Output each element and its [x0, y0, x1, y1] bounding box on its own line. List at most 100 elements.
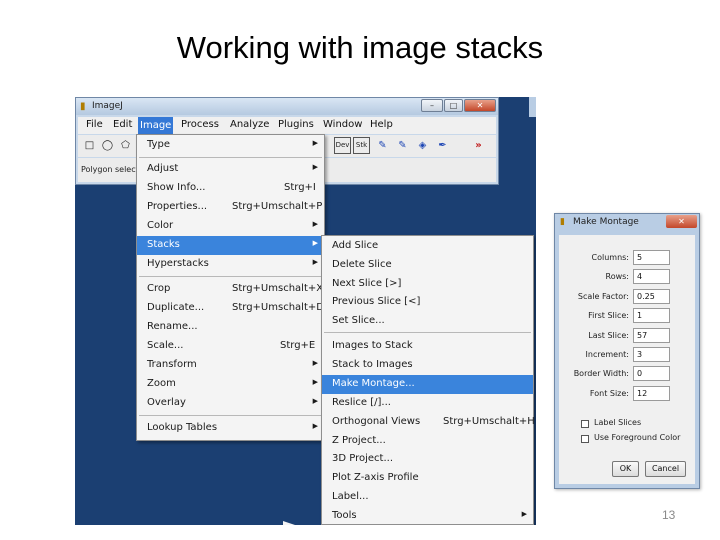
image-menu-item[interactable]: Color ▶: [137, 217, 324, 236]
stacks-menu-item[interactable]: Reslice [/]...: [322, 394, 533, 413]
stacks-menu-item[interactable]: Images to Stack: [322, 337, 533, 356]
make-montage-dialog: ▮ Make Montage ✕ Columns: Rows: Scale Fa…: [554, 213, 700, 489]
imagej-app-icon: ▮: [80, 101, 86, 112]
menu-file[interactable]: File: [84, 119, 105, 130]
stacks-menu-item[interactable]: Delete Slice: [322, 256, 533, 275]
stacks-menu-item[interactable]: Label...: [322, 488, 533, 507]
font-size-field[interactable]: [633, 386, 670, 401]
last-slice-field[interactable]: [633, 328, 670, 343]
stacks-menu-item[interactable]: Next Slice [>]: [322, 275, 533, 294]
menu-window[interactable]: Window: [321, 119, 364, 130]
polygon-tool-icon[interactable]: ⬠: [117, 137, 134, 154]
dialog-body: Columns: Rows: Scale Factor: First Slice…: [559, 235, 695, 484]
cancel-button[interactable]: Cancel: [645, 461, 686, 477]
image-menu-item-stacks[interactable]: Stacks ▶: [137, 236, 324, 255]
submenu-arrow-icon: ▶: [312, 422, 318, 430]
menu-separator: [139, 157, 322, 158]
stacks-menu-item-make-montage[interactable]: Make Montage...: [322, 375, 533, 394]
image-menu-item[interactable]: Crop Strg+Umschalt+X: [137, 280, 324, 299]
image-menu-item[interactable]: Properties... Strg+Umschalt+P: [137, 198, 324, 217]
image-menu-item[interactable]: Rename...: [137, 318, 324, 337]
use-foreground-color-checkbox[interactable]: [581, 435, 589, 443]
use-foreground-color-label: Use Foreground Color: [594, 433, 681, 442]
image-menu-item[interactable]: Adjust ▶: [137, 160, 324, 179]
brush-tool-icon[interactable]: ✎: [394, 137, 411, 154]
stacks-submenu: Add Slice Delete Slice Next Slice [>] Pr…: [321, 235, 535, 525]
scale-factor-label: Scale Factor:: [577, 292, 629, 301]
image-menu-item[interactable]: Show Info... Strg+I: [137, 179, 324, 198]
menu-separator: [139, 276, 322, 277]
rows-label: Rows:: [605, 272, 630, 281]
menu-help[interactable]: Help: [368, 119, 395, 130]
stacks-menu-item[interactable]: Add Slice: [322, 237, 533, 256]
stacks-menu-item[interactable]: Orthogonal Views Strg+Umschalt+H: [322, 413, 535, 432]
imagej-titlebar[interactable]: ▮ ImageJ – □ ✕: [76, 98, 498, 115]
stacks-menu-item[interactable]: Tools ▶: [322, 507, 533, 525]
image-menu-item[interactable]: Overlay ▶: [137, 394, 324, 413]
imagej-app-icon: ▮: [560, 217, 565, 227]
stacks-menu-item[interactable]: Plot Z-axis Profile: [322, 469, 533, 488]
border-width-label: Border Width:: [573, 369, 629, 378]
image-menu-item[interactable]: Type ▶: [137, 136, 324, 155]
submenu-arrow-icon: ▶: [312, 220, 318, 228]
stacks-menu-item[interactable]: Set Slice...: [322, 312, 533, 331]
rows-field[interactable]: [633, 269, 670, 284]
dev-tool-button[interactable]: Dev: [334, 137, 351, 154]
submenu-arrow-icon: ▶: [312, 258, 318, 266]
stk-tool-button[interactable]: Stk: [353, 137, 370, 154]
menu-edit[interactable]: Edit: [111, 119, 134, 130]
menu-plugins[interactable]: Plugins: [276, 119, 316, 130]
image-menu: Type ▶ Adjust ▶ Show Info... Strg+I Propert…: [136, 134, 325, 441]
cursor-icon: [283, 521, 295, 525]
menubar: File Edit Image Process Analyze Plugins …: [78, 117, 496, 134]
menu-process[interactable]: Process: [179, 119, 221, 130]
stacks-menu-item[interactable]: Previous Slice [<]: [322, 293, 533, 312]
image-menu-item[interactable]: Duplicate... Strg+Umschalt+D: [137, 299, 324, 318]
slide-title: Working with image stacks: [176, 30, 544, 65]
scale-factor-field[interactable]: [633, 289, 670, 304]
menu-separator: [324, 332, 531, 333]
submenu-arrow-icon: ▶: [521, 510, 527, 518]
pencil-tool-icon[interactable]: ✎: [374, 137, 391, 154]
submenu-arrow-icon: ▶: [312, 359, 318, 367]
image-menu-item[interactable]: Scale... Strg+E: [137, 337, 324, 356]
minimize-button[interactable]: –: [421, 99, 443, 112]
columns-field[interactable]: [633, 250, 670, 265]
menu-image[interactable]: Image: [138, 117, 174, 134]
border-width-field[interactable]: [633, 366, 670, 381]
ok-button[interactable]: OK: [612, 461, 639, 477]
image-menu-item[interactable]: Zoom ▶: [137, 375, 324, 394]
font-size-label: Font Size:: [589, 389, 629, 398]
rectangle-tool-icon[interactable]: □: [81, 137, 98, 154]
more-tools-icon[interactable]: »: [470, 137, 487, 154]
stacks-menu-item[interactable]: 3D Project...: [322, 450, 533, 469]
last-slice-label: Last Slice:: [588, 331, 629, 340]
desktop-edge: [529, 97, 536, 117]
menu-separator: [139, 415, 322, 416]
dropper-tool-icon[interactable]: ✒: [434, 137, 451, 154]
close-button[interactable]: ✕: [464, 99, 496, 112]
flood-fill-tool-icon[interactable]: ◈: [414, 137, 431, 154]
increment-field[interactable]: [633, 347, 670, 362]
slide-number: 13: [662, 508, 676, 522]
submenu-arrow-icon: ▶: [312, 378, 318, 386]
dialog-titlebar[interactable]: ▮ Make Montage ✕: [555, 214, 699, 231]
stacks-menu-item[interactable]: Z Project...: [322, 432, 533, 451]
first-slice-field[interactable]: [633, 308, 670, 323]
submenu-arrow-icon: ▶: [312, 139, 318, 147]
first-slice-label: First Slice:: [588, 311, 629, 320]
maximize-button[interactable]: □: [444, 99, 463, 112]
image-menu-item[interactable]: Transform ▶: [137, 356, 324, 375]
columns-label: Columns:: [591, 253, 630, 262]
submenu-arrow-icon: ▶: [312, 239, 318, 247]
menu-analyze[interactable]: Analyze: [228, 119, 271, 130]
dialog-close-button[interactable]: ✕: [666, 215, 697, 228]
oval-tool-icon[interactable]: ◯: [99, 137, 116, 154]
image-menu-item[interactable]: Hyperstacks ▶: [137, 255, 324, 274]
submenu-arrow-icon: ▶: [312, 397, 318, 405]
screenshot: ▮ ImageJ – □ ✕ File Edit Image Process A…: [75, 97, 536, 525]
image-menu-item[interactable]: Lookup Tables ▶: [137, 419, 324, 438]
imagej-title: ImageJ: [92, 101, 123, 111]
label-slices-checkbox[interactable]: [581, 420, 589, 428]
stacks-menu-item[interactable]: Stack to Images: [322, 356, 533, 375]
